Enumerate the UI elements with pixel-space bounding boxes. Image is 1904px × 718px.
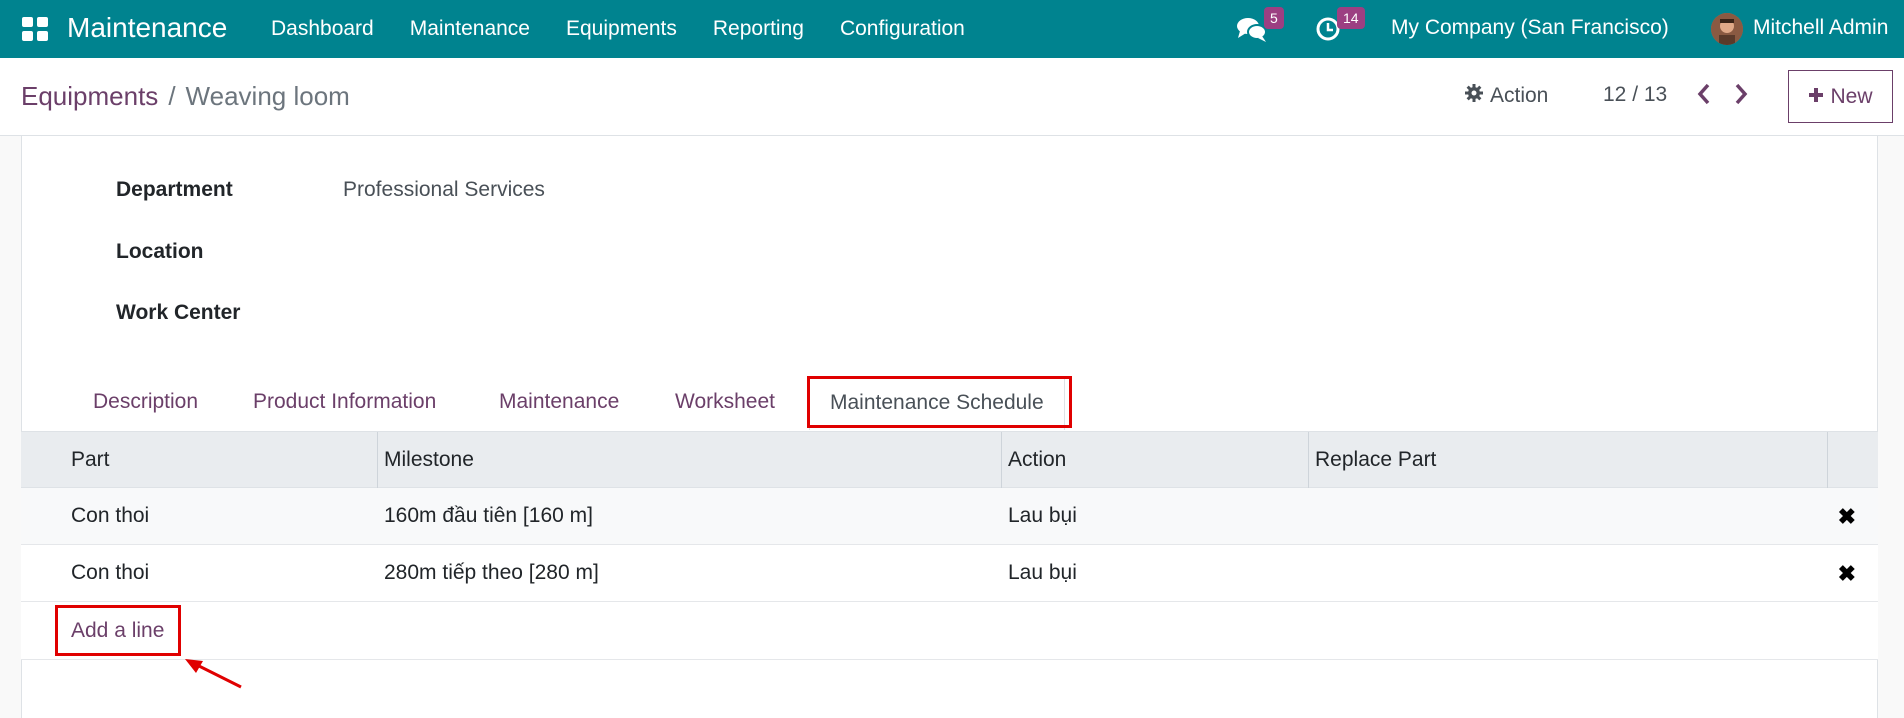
menu-item-equipments[interactable]: Equipments xyxy=(566,17,677,41)
action-label: Action xyxy=(1490,84,1549,107)
table-row[interactable]: Con thoi 280m tiếp theo [280 m] Lau bụi … xyxy=(21,545,1878,602)
highlight-box-tab xyxy=(807,376,1072,428)
action-button[interactable]: Action xyxy=(1464,83,1548,109)
new-label: New xyxy=(1830,84,1873,108)
field-value-department[interactable]: Professional Services xyxy=(343,178,545,202)
messages-badge: 5 xyxy=(1264,7,1284,29)
avatar[interactable] xyxy=(1711,13,1743,45)
plus-icon xyxy=(1808,85,1824,109)
menu-item-dashboard[interactable]: Dashboard xyxy=(271,17,374,41)
column-divider[interactable] xyxy=(377,432,378,489)
gear-icon xyxy=(1464,83,1484,109)
company-switcher[interactable]: My Company (San Francisco) xyxy=(1391,16,1669,40)
column-header-part[interactable]: Part xyxy=(71,448,110,472)
tab-description[interactable]: Description xyxy=(93,390,198,414)
cell-part[interactable]: Con thoi xyxy=(71,504,149,528)
column-divider[interactable] xyxy=(1827,432,1828,489)
add-line-row: Add a line xyxy=(21,602,1878,660)
main-menu: Dashboard Maintenance Equipments Reporti… xyxy=(253,0,983,58)
field-label-work-center: Work Center xyxy=(116,301,241,324)
breadcrumb: Equipments / Weaving loom xyxy=(21,81,350,112)
chevron-right-icon[interactable] xyxy=(1733,82,1749,111)
control-panel: Equipments / Weaving loom Action 12 / 13 xyxy=(0,58,1904,136)
app-title[interactable]: Maintenance xyxy=(67,12,227,44)
field-label-location: Location xyxy=(116,240,204,263)
breadcrumb-separator: / xyxy=(168,81,176,111)
column-header-replace-part[interactable]: Replace Part xyxy=(1315,448,1436,472)
tab-product-information[interactable]: Product Information xyxy=(253,390,436,414)
column-divider[interactable] xyxy=(1001,432,1002,489)
menu-item-configuration[interactable]: Configuration xyxy=(840,17,965,41)
cell-milestone[interactable]: 280m tiếp theo [280 m] xyxy=(384,561,599,585)
column-header-milestone[interactable]: Milestone xyxy=(384,448,474,472)
cell-action[interactable]: Lau bụi xyxy=(1008,504,1077,528)
field-label-department: Department xyxy=(116,178,233,201)
chevron-left-icon[interactable] xyxy=(1696,82,1712,111)
user-menu[interactable]: Mitchell Admin xyxy=(1753,16,1888,40)
menu-item-reporting[interactable]: Reporting xyxy=(713,17,804,41)
breadcrumb-current: Weaving loom xyxy=(185,81,350,111)
pager-value[interactable]: 12 / 13 xyxy=(1603,83,1667,107)
column-header-action[interactable]: Action xyxy=(1008,448,1066,472)
cell-milestone[interactable]: 160m đầu tiên [160 m] xyxy=(384,504,593,528)
activities-badge: 14 xyxy=(1337,7,1365,29)
tab-maintenance[interactable]: Maintenance xyxy=(499,390,619,414)
table-row[interactable]: Con thoi 160m đầu tiên [160 m] Lau bụi ✖ xyxy=(21,488,1878,545)
cell-part[interactable]: Con thoi xyxy=(71,561,149,585)
delete-row-icon[interactable]: ✖ xyxy=(1838,563,1856,585)
schedule-table: Part Milestone Action Replace Part Con t… xyxy=(21,431,1878,660)
top-navbar: Maintenance Dashboard Maintenance Equipm… xyxy=(0,0,1904,58)
cell-action[interactable]: Lau bụi xyxy=(1008,561,1077,585)
breadcrumb-equipments[interactable]: Equipments xyxy=(21,81,158,111)
highlight-box-add-line xyxy=(55,605,181,656)
table-body: Con thoi 160m đầu tiên [160 m] Lau bụi ✖… xyxy=(21,488,1878,660)
delete-row-icon[interactable]: ✖ xyxy=(1838,506,1856,528)
annotation-arrow-icon xyxy=(183,656,243,695)
tab-worksheet[interactable]: Worksheet xyxy=(675,390,775,414)
new-button[interactable]: New xyxy=(1788,70,1893,123)
column-divider[interactable] xyxy=(1308,432,1309,489)
apps-menu-icon[interactable] xyxy=(22,17,48,41)
table-header: Part Milestone Action Replace Part xyxy=(21,431,1878,489)
menu-item-maintenance[interactable]: Maintenance xyxy=(410,17,530,41)
